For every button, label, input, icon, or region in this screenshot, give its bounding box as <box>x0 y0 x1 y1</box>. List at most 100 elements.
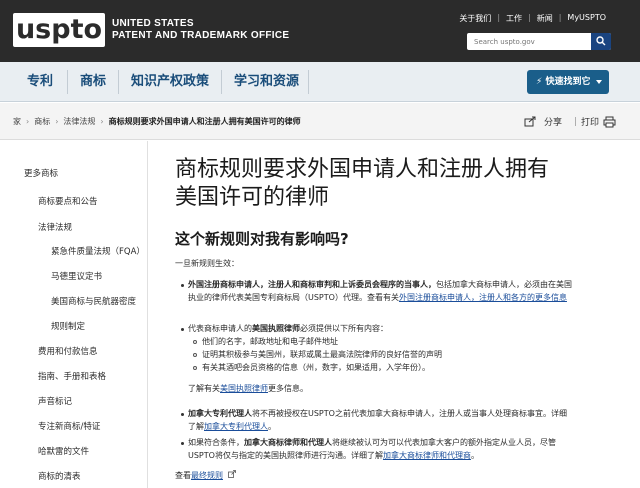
bold-text: 外国注册商标申请人，注册人和商标审判和上诉委员会程序的当事人， <box>188 280 436 289</box>
print-icon <box>603 116 616 127</box>
sidebar-item-updates[interactable]: 商标要点和公告 <box>38 195 98 207</box>
body-text: 。 <box>470 451 479 460</box>
search-box <box>467 33 611 50</box>
divider: | <box>574 116 578 127</box>
nav-patents[interactable]: 专利 <box>27 62 53 102</box>
sidebar-item-documents[interactable]: 哈默雷的文件 <box>38 445 89 457</box>
body-text: 。 <box>268 422 276 431</box>
link-canadian-patent-agents[interactable]: 加拿大专利代理人 <box>204 422 268 431</box>
intro-text: 一旦新规则生效： <box>175 259 239 268</box>
org-name-line1: UNITED STATES <box>112 18 194 29</box>
bullet-foreign-applicants: 外国注册商标申请人，注册人和商标审判和上诉委员会程序的当事人，包括加拿大商标申请… <box>188 279 628 291</box>
bullet <box>181 284 184 287</box>
org-name: UNITED STATES PATENT AND TRADEMARK OFFIC… <box>112 18 289 42</box>
quick-find-button[interactable]: ⚡ 快速找到它 <box>527 70 609 94</box>
learn-more-text: 了解有关美国执照律师更多信息。 <box>188 383 308 395</box>
page-title-line1: 商标规则要求外国申请人和注册人拥有 <box>175 157 550 182</box>
sidebar-item-faq[interactable]: 紧急件质量法规（FQA） <box>51 245 145 257</box>
body-text: 代表商标申请人的 <box>188 324 252 333</box>
search-input[interactable] <box>467 33 585 50</box>
share-button[interactable]: 分享 <box>524 115 562 128</box>
nav-divider <box>118 70 119 94</box>
sub-item-good-standing: 证明其积极参与美国州，联邦或属土最高法院律师的良好信誉的声明 <box>202 350 442 359</box>
sidebar-item-more-trademarks[interactable]: 更多商标 <box>24 167 58 179</box>
sidebar: 更多商标 商标要点和公告 法律法规 紧急件质量法规（FQA） 马德里议定书 美国… <box>0 141 148 488</box>
org-name-line2: PATENT AND TRADEMARK OFFICE <box>112 30 290 41</box>
chevron-right-icon: › <box>100 117 104 126</box>
body-text: USPTO将仅与指定的美国执照律师进行沟通。详细了解 <box>188 451 383 460</box>
bold-text: 加拿大商标律师和代理人 <box>244 438 332 447</box>
sidebar-item-sound-marks[interactable]: 声音标记 <box>38 395 72 407</box>
link-jobs[interactable]: 工作 <box>500 13 528 24</box>
bullet-canadian-trademark-agents-cont: USPTO将仅与指定的美国执照律师进行沟通。详细了解加拿大商标律师和代理商。 <box>188 450 479 462</box>
link-more-info[interactable]: 各方的更多信息 <box>511 293 567 302</box>
body-text: 包括加拿大商标申请人，必须由在美国 <box>436 280 572 289</box>
body-text: 执业的律师代表美国专利商标局（USPTO）代理。 <box>188 293 367 302</box>
body-text: 查看有关 <box>366 293 399 302</box>
quick-find-label: 快速找到它 <box>545 77 591 87</box>
sidebar-item-list[interactable]: 商标的清表 <box>38 470 81 482</box>
sidebar-item-madrid[interactable]: 马德里议定书 <box>51 270 102 282</box>
body-text: 更多信息。 <box>268 384 308 393</box>
chevron-right-icon: › <box>55 117 59 126</box>
body-text: 将继续被认可为可以代表加拿大客户的额外指定从业人员，尽管 <box>332 438 556 447</box>
page-title-line2: 美国许可的律师 <box>175 185 330 210</box>
sidebar-item-guides[interactable]: 指南、手册和表格 <box>38 370 106 382</box>
section-heading: 这个新规则对我有影响吗? <box>175 230 349 248</box>
sub-item-bar-membership: 有关其酒吧会员资格的信息（州，数字，如果适用，入学年份）。 <box>202 363 430 372</box>
lightning-icon: ⚡ <box>536 77 543 87</box>
search-button[interactable] <box>591 33 611 50</box>
link-canadian-trademark-agents[interactable]: 加拿大商标律师和代理商 <box>383 451 471 460</box>
bullet-foreign-applicants-cont: 执业的律师代表美国专利商标局（USPTO）代理。查看有关外国注册商标申请人，注册… <box>188 292 567 304</box>
chevron-down-icon <box>596 80 602 84</box>
page-title: 商标规则要求外国申请人和注册人拥有 美国许可的律师 <box>175 156 625 212</box>
uspto-logo[interactable]: uspto <box>13 13 105 47</box>
body-text: 了解 <box>188 422 204 431</box>
chevron-right-icon: › <box>26 117 30 126</box>
link-news[interactable]: 新闻 <box>531 13 559 24</box>
breadcrumb-bar: 家 › 商标 › 法律法规 › 商标规则要求外国申请人和注册人拥有美国许可的律师… <box>0 103 640 140</box>
sidebar-item-rulemaking[interactable]: 规则制定 <box>51 320 85 332</box>
body-text: 如果符合条件， <box>188 438 244 447</box>
link-foreign-applicants[interactable]: 外国注册商标申请人，注册人和 <box>399 293 511 302</box>
sidebar-item-laws[interactable]: 法律法规 <box>38 221 72 233</box>
body-text: 查看 <box>175 471 191 480</box>
bullet <box>181 328 184 331</box>
breadcrumb-current: 商标规则要求外国申请人和注册人拥有美国许可的律师 <box>108 117 301 126</box>
breadcrumb-home[interactable]: 家 <box>13 116 21 127</box>
body-text: 了解有关 <box>188 384 220 393</box>
body-text: 将不再被授权在USPTO之前代表加拿大商标申请人，注册人或当事人处理商标事宜。详… <box>252 409 567 418</box>
utility-links: 关于我们 | 工作 | 新闻 | MyUSPTO <box>453 13 612 24</box>
print-button[interactable]: | 打印 <box>574 115 616 128</box>
bullet-canadian-trademark-agents: 如果符合条件，加拿大商标律师和代理人将继续被认可为可以代表加拿大客户的额外指定从… <box>188 437 556 449</box>
link-final-rule[interactable]: 最终规则 <box>191 471 223 480</box>
sidebar-item-fees[interactable]: 费用和付款信息 <box>38 345 98 357</box>
breadcrumb-laws[interactable]: 法律法规 <box>63 116 95 127</box>
link-about-us[interactable]: 关于我们 <box>453 13 497 24</box>
sidebar-item-density[interactable]: 美国商标与民航器密度 <box>51 295 136 307</box>
bullet-canadian-patent-agents-cont: 了解加拿大专利代理人。 <box>188 421 276 433</box>
bullet-canadian-patent-agents: 加拿大专利代理人将不再被授权在USPTO之前代表加拿大商标申请人，注册人或当事人… <box>188 408 567 420</box>
bold-text: 美国执照律师 <box>252 324 300 333</box>
sub-bullet <box>193 366 197 370</box>
link-us-attorney[interactable]: 美国执照律师 <box>220 384 268 393</box>
nav-ip-policy[interactable]: 知识产权政策 <box>131 62 209 102</box>
bullet <box>181 413 184 416</box>
print-label: 打印 <box>581 118 600 128</box>
link-myuspto[interactable]: MyUSPTO <box>561 13 612 24</box>
sub-item-name-address: 他们的名字，邮政地址和电子邮件地址 <box>202 337 338 346</box>
breadcrumb: 家 › 商标 › 法律法规 › 商标规则要求外国申请人和注册人拥有美国许可的律师 <box>13 116 301 127</box>
nav-trademarks[interactable]: 商标 <box>80 62 106 102</box>
breadcrumb-trademarks[interactable]: 商标 <box>34 116 50 127</box>
share-icon <box>524 116 536 127</box>
bullet-us-attorney: 代表商标申请人的美国执照律师必须提供以下所有内容： <box>188 323 388 335</box>
bold-text: 加拿大专利代理人 <box>188 409 252 418</box>
nav-divider <box>67 70 68 94</box>
body-text: 必须提供以下所有内容： <box>300 324 388 333</box>
nav-divider <box>308 70 309 94</box>
nav-learning-resources[interactable]: 学习和资源 <box>234 62 299 102</box>
external-link-icon <box>227 470 236 478</box>
search-icon <box>596 36 606 46</box>
nav-divider <box>221 70 222 94</box>
sidebar-item-new-marks[interactable]: 专注新商标/特证 <box>38 420 100 432</box>
